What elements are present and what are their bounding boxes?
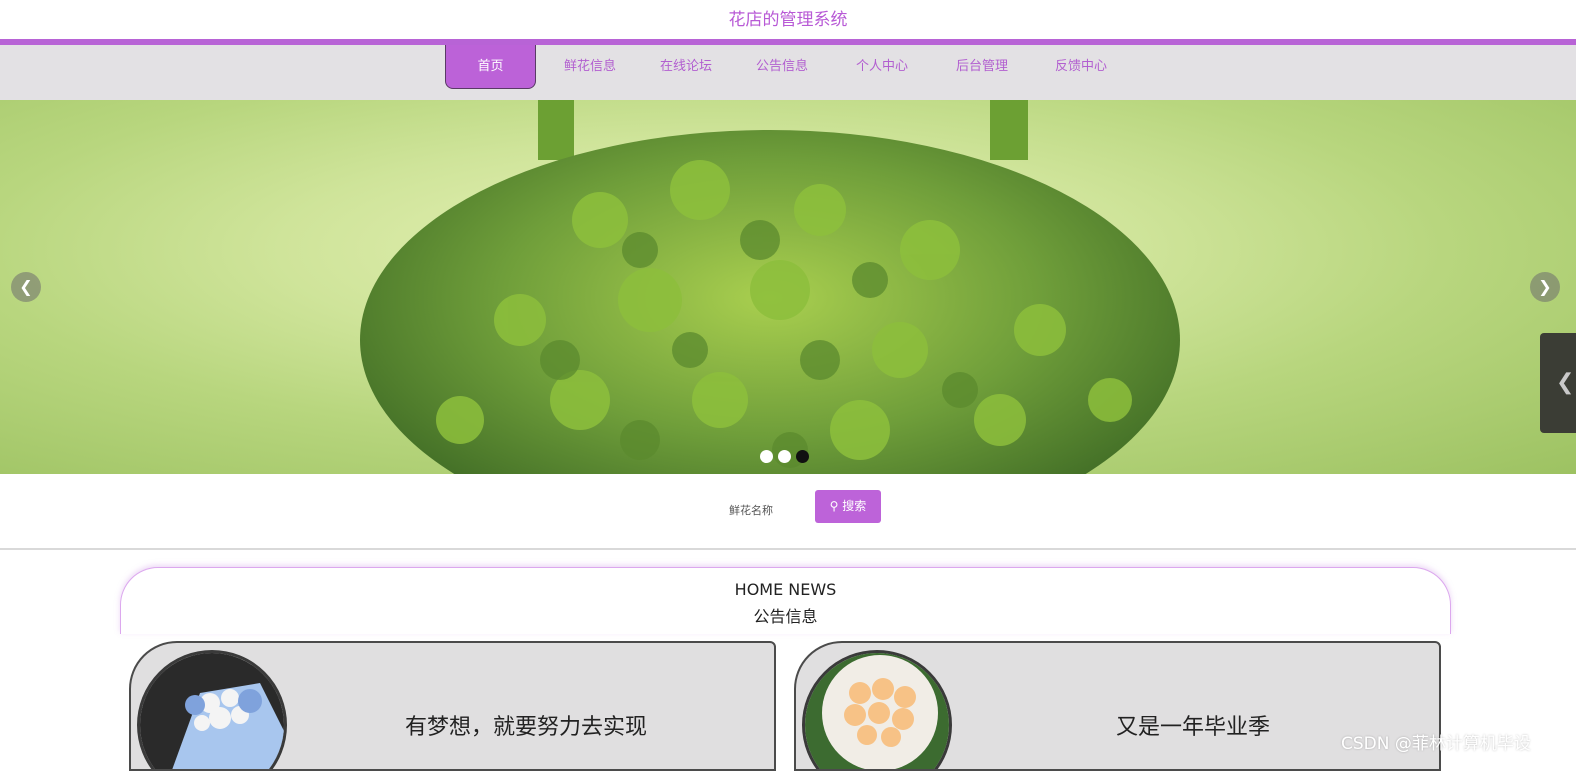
- nav-feedback[interactable]: 反馈中心: [1044, 45, 1118, 89]
- carousel-next-button[interactable]: ❯: [1530, 272, 1560, 302]
- nav-flowers[interactable]: 鲜花信息: [553, 45, 627, 89]
- search-label: 鲜花名称: [729, 504, 773, 517]
- carousel-dot-3[interactable]: [796, 450, 809, 463]
- side-panel-toggle[interactable]: ❮: [1540, 333, 1576, 433]
- carousel-banner[interactable]: ❮ ❯ ❮: [0, 100, 1576, 474]
- nav-notices[interactable]: 公告信息: [745, 45, 819, 89]
- nav-profile[interactable]: 个人中心: [845, 45, 919, 89]
- nav-admin[interactable]: 后台管理: [945, 45, 1019, 89]
- watermark: CSDN @菲林计算机毕设: [1341, 734, 1531, 754]
- clover-basket-image: [360, 100, 1180, 474]
- news-card-image: [802, 650, 952, 769]
- news-heading-cn: 公告信息: [753, 607, 818, 626]
- search-button[interactable]: ⚲ 搜索: [815, 490, 881, 523]
- news-section-header: HOME NEWS 公告信息: [120, 567, 1451, 634]
- search-button-label: 搜索: [842, 499, 867, 513]
- nav-home[interactable]: 首页: [445, 45, 536, 89]
- news-card[interactable]: 有梦想，就要努力去实现: [129, 641, 776, 771]
- site-title: 花店的管理系统: [728, 10, 848, 30]
- search-bar: 鲜花名称 ⚲ 搜索: [0, 474, 1576, 550]
- news-card-image: [137, 650, 287, 769]
- site-header: 花店的管理系统: [0, 0, 1576, 39]
- news-heading-en: HOME NEWS: [734, 580, 837, 599]
- carousel-indicators: [760, 448, 814, 463]
- nav-forum[interactable]: 在线论坛: [649, 45, 723, 89]
- carousel-dot-1[interactable]: [760, 450, 773, 463]
- main-nav: 首页 鲜花信息 在线论坛 公告信息 个人中心 后台管理 反馈中心: [0, 45, 1576, 100]
- news-card-title: 有梦想，就要努力去实现: [405, 715, 648, 740]
- carousel-prev-button[interactable]: ❮: [11, 272, 41, 302]
- search-icon: ⚲: [829, 499, 839, 513]
- news-card-title: 又是一年毕业季: [1116, 715, 1271, 740]
- carousel-dot-2[interactable]: [778, 450, 791, 463]
